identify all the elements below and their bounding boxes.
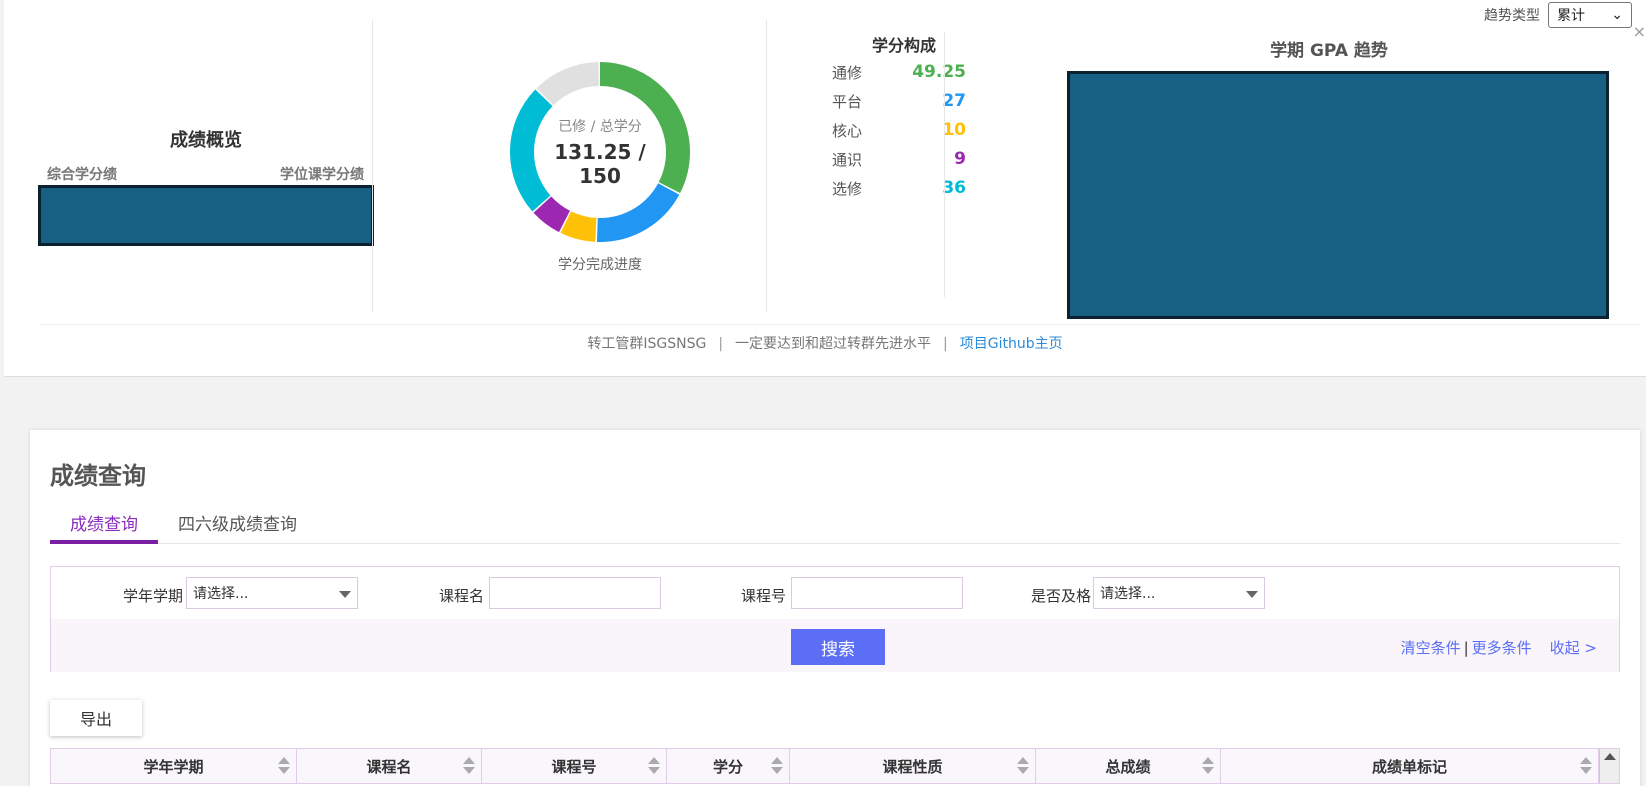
gpa-degree-label: 学位课学分绩 <box>280 167 364 183</box>
tab-grades[interactable]: 成绩查询 <box>50 510 158 544</box>
credit-row: 选修 36 <box>832 178 966 199</box>
credit-row: 通识 9 <box>832 149 966 170</box>
divider <box>944 32 945 297</box>
divider <box>40 324 1640 325</box>
pass-select[interactable]: 请选择... <box>1093 577 1265 609</box>
action-links: 清空条件 | 更多条件 收起 > <box>1400 639 1597 657</box>
course-name-input[interactable] <box>489 577 661 609</box>
column-header-label: 课程号 <box>551 757 597 776</box>
overview-title: 成绩概览 <box>170 130 242 151</box>
donut-sub-label: 已修 / 总学分 <box>558 119 642 135</box>
caret-down-icon <box>339 591 351 598</box>
footer-slogan: 一定要达到和超过转群先进水平 <box>735 336 932 352</box>
column-header-label: 课程名 <box>366 757 412 776</box>
caret-down-icon <box>1246 591 1258 598</box>
column-header-label: 课程性质 <box>882 757 943 776</box>
pass-label: 是否及格 <box>1031 587 1092 605</box>
column-header-label: 成绩单标记 <box>1371 757 1447 776</box>
column-header[interactable]: 学分 <box>667 749 790 783</box>
trend-control: 趋势类型 累计 ⌄ <box>1484 2 1632 28</box>
footer-group: 转工管群ISGSNSG <box>587 336 707 352</box>
column-header[interactable]: 课程性质 <box>790 749 1036 783</box>
credit-row: 平台 27 <box>832 91 966 112</box>
term-label: 学年学期 <box>123 587 184 605</box>
column-header[interactable]: 学年学期 <box>51 749 297 783</box>
trend-label: 趋势类型 <box>1484 8 1540 24</box>
scrollbar[interactable] <box>1599 749 1619 783</box>
donut-center: 已修 / 总学分 131.25 / 150 <box>540 116 660 188</box>
column-header-label: 学分 <box>712 757 743 776</box>
credit-name: 通修 <box>832 64 863 82</box>
credit-name: 平台 <box>832 93 863 111</box>
github-link[interactable]: 项目Github主页 <box>960 336 1063 352</box>
more-conditions-link[interactable]: 更多条件 <box>1472 639 1532 657</box>
donut-value-total: 150 <box>579 164 621 188</box>
sort-icon[interactable] <box>648 755 660 777</box>
clear-conditions-link[interactable]: 清空条件 <box>1401 639 1461 657</box>
column-header[interactable]: 课程名 <box>297 749 482 783</box>
course-no-input[interactable] <box>791 577 963 609</box>
column-header-label: 总成绩 <box>1105 757 1151 776</box>
term-select[interactable]: 请选择... <box>186 577 358 609</box>
tab-cet[interactable]: 四六级成绩查询 <box>158 510 317 544</box>
overview-panel: 趋势类型 累计 ⌄ × 成绩概览 综合学分绩 学位课学分绩 已修 / 总学分 1… <box>4 0 1646 377</box>
course-no-label: 课程号 <box>741 587 787 605</box>
action-row: 搜索 清空条件 | 更多条件 收起 > <box>51 619 1619 672</box>
table-header: 学年学期 课程名 课程号 学分 课程性质 总成绩 成绩单标记 <box>50 748 1620 784</box>
gpa-redacted-block <box>38 185 374 246</box>
donut-caption: 学分完成进度 <box>558 257 642 273</box>
credit-row: 通修 49.25 <box>832 62 966 83</box>
credit-value: 10 <box>942 120 966 140</box>
column-header[interactable]: 课程号 <box>482 749 667 783</box>
filter-box: 学年学期 请选择... 课程名 课程号 是否及格 请选择... 搜索 清空条件 |… <box>50 566 1620 672</box>
gpa-overall-label: 综合学分绩 <box>47 167 117 183</box>
credit-name: 选修 <box>832 180 863 198</box>
filter-row: 学年学期 请选择... 课程名 课程号 是否及格 请选择... <box>51 567 1619 619</box>
credit-value: 9 <box>954 149 966 169</box>
column-header-label: 学年学期 <box>143 757 204 776</box>
sort-icon[interactable] <box>1202 755 1214 777</box>
sort-icon[interactable] <box>463 755 475 777</box>
credit-name: 通识 <box>832 151 863 169</box>
credit-composition-title: 学分构成 <box>871 36 936 55</box>
export-button[interactable]: 导出 <box>50 700 142 736</box>
collapse-link[interactable]: 收起 > <box>1550 639 1597 657</box>
query-title: 成绩查询 <box>50 462 146 490</box>
chevron-down-icon: ⌄ <box>1611 7 1623 23</box>
credit-value: 27 <box>942 91 966 111</box>
footer-line: 转工管群ISGSNSG | 一定要达到和超过转群先进水平 | 项目Github主页 <box>587 336 1063 352</box>
divider <box>372 20 373 312</box>
query-tabs: 成绩查询 四六级成绩查询 <box>50 510 1620 544</box>
close-icon[interactable]: × <box>1633 22 1646 41</box>
query-card: 成绩查询 成绩查询 四六级成绩查询 学年学期 请选择... 课程名 课程号 是否… <box>30 430 1640 786</box>
column-header[interactable]: 成绩单标记 <box>1221 749 1599 783</box>
gpa-trend-redacted-block <box>1067 71 1609 319</box>
credit-name: 核心 <box>832 122 863 140</box>
donut-value: 131.25 / <box>554 140 646 164</box>
credit-row: 核心 10 <box>832 120 966 141</box>
sort-icon[interactable] <box>1017 755 1029 777</box>
divider <box>766 20 767 312</box>
gpa-trend-title: 学期 GPA 趋势 <box>1270 41 1388 61</box>
sort-icon[interactable] <box>1580 755 1592 777</box>
column-header[interactable]: 总成绩 <box>1036 749 1221 783</box>
sort-icon[interactable] <box>278 755 290 777</box>
search-button[interactable]: 搜索 <box>791 629 885 665</box>
credit-value: 49.25 <box>912 62 966 82</box>
sort-icon[interactable] <box>771 755 783 777</box>
trend-select[interactable]: 累计 ⌄ <box>1548 2 1632 28</box>
credit-value: 36 <box>942 178 966 198</box>
course-name-label: 课程名 <box>439 587 485 605</box>
